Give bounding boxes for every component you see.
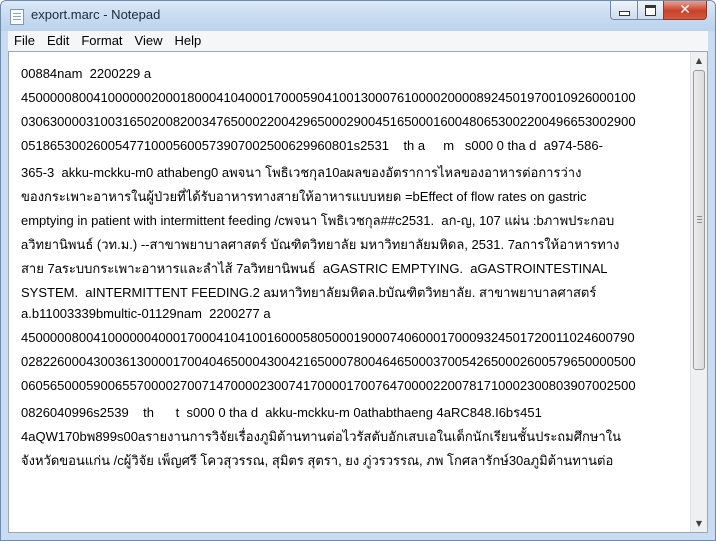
text-line: 0605650005900655700002700714700002300741… (21, 378, 636, 393)
text-line: 4aQW170bพ899s00aรายงานการวิจัยเรื่องภูมิ… (21, 429, 621, 444)
close-button[interactable]: ✕ (663, 1, 707, 20)
text-editor[interactable]: 00884nam 2200229 a 450000080041000000200… (9, 52, 690, 532)
text-line: 0282260004300361300001700404650004300421… (21, 354, 636, 369)
menu-format[interactable]: Format (75, 31, 128, 51)
arrow-down-icon: ▼ (695, 519, 703, 528)
maximize-icon (645, 4, 656, 16)
title-bar[interactable]: export.marc - Notepad ✕ (1, 1, 715, 31)
scrollbar-thumb[interactable] (693, 70, 705, 370)
text-line: 0826040996s2539 th t s000 0 tha d akku-m… (21, 405, 542, 420)
scroll-up-button[interactable]: ▲ (691, 52, 707, 69)
scroll-down-button[interactable]: ▼ (691, 515, 707, 532)
window-title: export.marc - Notepad (31, 7, 161, 22)
text-line: 00884nam 2200229 a (21, 66, 152, 81)
text-line: 4500000800410000004000170004104100160005… (21, 330, 635, 345)
text-line: จังหวัดขอนแก่น /cผู้วิจัย เพ็ญศรี โควสุว… (21, 453, 614, 468)
minimize-button[interactable] (610, 1, 637, 20)
menu-bar: File Edit Format View Help (8, 31, 708, 51)
notepad-window: export.marc - Notepad ✕ File Edit Format… (0, 0, 716, 541)
text-line: 4500000800410000002000180004104000170005… (21, 90, 636, 105)
menu-help[interactable]: Help (168, 31, 207, 51)
vertical-scrollbar[interactable]: ▲ ▼ (690, 52, 707, 532)
menu-edit[interactable]: Edit (41, 31, 75, 51)
menu-file[interactable]: File (8, 31, 41, 51)
text-line: ของกระเพาะอาหารในผู้ป่วยที่ได้รับอาหารทา… (21, 189, 587, 204)
close-icon: ✕ (679, 2, 691, 18)
grip-icon (697, 216, 702, 223)
minimize-icon (618, 10, 630, 16)
menu-view[interactable]: View (129, 31, 169, 51)
text-line: a.b11003339bmultic-01129nam 2200277 a (21, 306, 271, 321)
text-line: 0518653002600547710005600573907002500629… (21, 138, 603, 153)
text-line: aวิทยานิพนธ์ (วท.ม.) --สาขาพยาบาลศาสตร์ … (21, 237, 620, 252)
editor-frame: 00884nam 2200229 a 450000080041000000200… (8, 51, 708, 533)
text-line: emptying in patient with intermittent fe… (21, 213, 615, 228)
text-line: SYSTEM. aINTERMITTENT FEEDING.2 aมหาวิทย… (21, 285, 597, 300)
notepad-icon[interactable] (10, 9, 24, 25)
maximize-button[interactable] (637, 1, 663, 20)
text-line: 365-3 akku-mckku-m0 athabeng0 aพจนา โพธิ… (21, 165, 582, 180)
text-line: 0306300003100316502008200347650002200429… (21, 114, 636, 129)
caption-buttons: ✕ (610, 1, 707, 20)
arrow-up-icon: ▲ (695, 56, 703, 65)
text-line: สาย 7aระบบกระเพาะอาหารและลำไส้ 7aวิทยานิ… (21, 261, 608, 276)
